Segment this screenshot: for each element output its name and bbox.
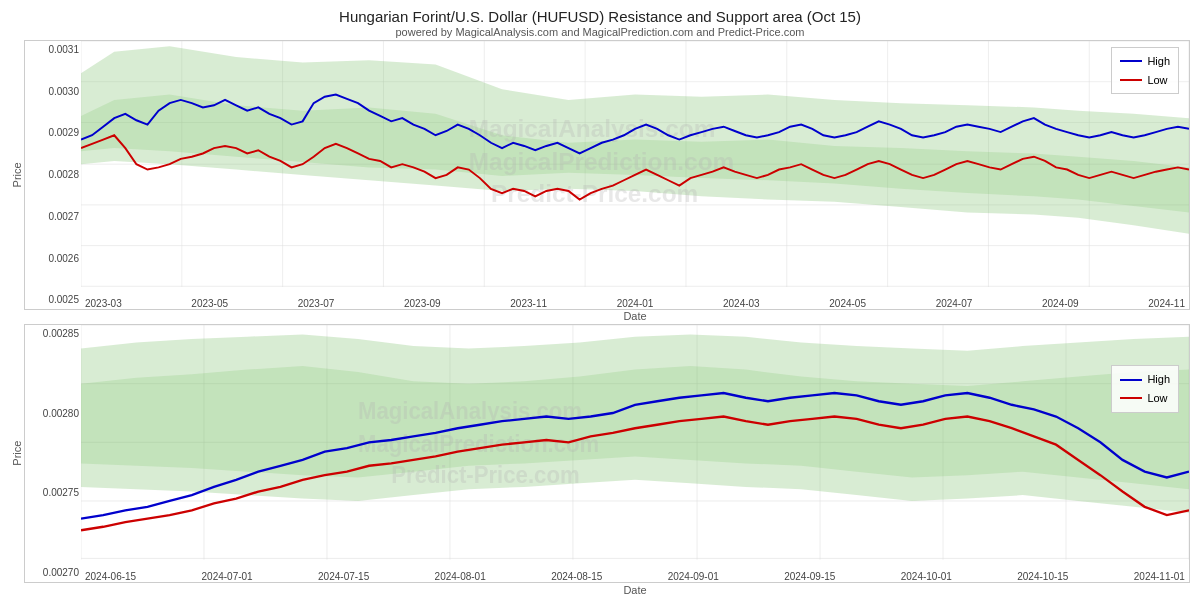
svg-text:MagicalAnalysis.com: MagicalAnalysis.com: [358, 398, 582, 425]
bottom-x-tick-8: 2024-10-01: [901, 571, 952, 582]
top-chart-area: 0.0031 0.0030 0.0029 0.0028 0.0027 0.002…: [24, 40, 1190, 310]
bottom-chart-wrapper: Price 0.00285 0.00280 0.00275 0.00270: [10, 324, 1190, 583]
bottom-chart-inner: MagicalAnalysis.com MagicalPrediction.co…: [81, 325, 1189, 560]
bottom-chart-area: 0.00285 0.00280 0.00275 0.00270: [24, 324, 1190, 583]
bottom-x-axis-label: Date: [80, 584, 1190, 596]
top-y-tick-2: 0.0030: [27, 87, 79, 97]
bottom-x-tick-4: 2024-08-01: [435, 571, 486, 582]
bottom-x-tick-9: 2024-10-15: [1017, 571, 1068, 582]
svg-text:MagicalPrediction.com: MagicalPrediction.com: [358, 430, 599, 457]
bottom-x-tick-1: 2024-06-15: [85, 571, 136, 582]
top-x-tick-6: 2024-01: [617, 298, 654, 309]
top-y-tick-6: 0.0026: [27, 254, 79, 264]
bottom-y-ticks: 0.00285 0.00280 0.00275 0.00270: [25, 325, 81, 582]
bottom-x-tick-6: 2024-09-01: [668, 571, 719, 582]
top-x-tick-10: 2024-09: [1042, 298, 1079, 309]
bottom-y-tick-4: 0.00270: [27, 568, 79, 578]
bottom-legend-high-label: High: [1147, 370, 1170, 389]
bottom-x-tick-2: 2024-07-01: [202, 571, 253, 582]
bottom-y-tick-1: 0.00285: [27, 329, 79, 339]
top-y-tick-4: 0.0028: [27, 170, 79, 180]
top-x-tick-4: 2023-09: [404, 298, 441, 309]
top-y-tick-5: 0.0027: [27, 212, 79, 222]
top-x-tick-1: 2023-03: [85, 298, 122, 309]
bottom-x-axis: 2024-06-15 2024-07-01 2024-07-15 2024-08…: [81, 560, 1189, 582]
subtitle: powered by MagicalAnalysis.com and Magic…: [10, 26, 1190, 38]
bottom-chart-svg: MagicalAnalysis.com MagicalPrediction.co…: [81, 325, 1189, 560]
top-x-tick-3: 2023-07: [298, 298, 335, 309]
top-legend: High Low: [1111, 47, 1179, 94]
top-y-tick-3: 0.0029: [27, 128, 79, 138]
bottom-x-tick-7: 2024-09-15: [784, 571, 835, 582]
top-chart-wrapper: Price 0.0031 0.0030 0.0029 0.0028 0.0027…: [10, 40, 1190, 310]
bottom-legend: High Low: [1111, 365, 1179, 412]
top-y-tick-1: 0.0031: [27, 45, 79, 55]
bottom-legend-low: Low: [1120, 389, 1170, 408]
bottom-y-axis-label: Price: [10, 324, 24, 583]
top-legend-low: Low: [1120, 71, 1170, 90]
top-y-tick-7: 0.0025: [27, 295, 79, 305]
top-x-axis-label: Date: [80, 310, 1190, 322]
top-x-tick-2: 2023-05: [191, 298, 228, 309]
top-y-ticks: 0.0031 0.0030 0.0029 0.0028 0.0027 0.002…: [25, 41, 81, 309]
top-x-axis: 2023-03 2023-05 2023-07 2023-09 2023-11 …: [81, 287, 1189, 309]
charts-container: Price 0.0031 0.0030 0.0029 0.0028 0.0027…: [10, 40, 1190, 596]
top-x-tick-7: 2024-03: [723, 298, 760, 309]
bottom-y-tick-3: 0.00275: [27, 488, 79, 498]
top-x-tick-9: 2024-07: [936, 298, 973, 309]
top-x-tick-8: 2024-05: [829, 298, 866, 309]
top-x-tick-11: 2024-11: [1148, 298, 1185, 309]
main-title: Hungarian Forint/U.S. Dollar (HUFUSD) Re…: [10, 8, 1190, 25]
top-legend-low-label: Low: [1147, 71, 1167, 90]
top-chart-svg: MagicalAnalysis.com MagicalPrediction.co…: [81, 41, 1189, 287]
bottom-x-tick-5: 2024-08-15: [551, 571, 602, 582]
top-x-tick-5: 2023-11: [510, 298, 547, 309]
low-line-icon: [1120, 79, 1142, 81]
bottom-high-line-icon: [1120, 379, 1142, 381]
top-legend-high-label: High: [1147, 52, 1170, 71]
bottom-x-tick-3: 2024-07-15: [318, 571, 369, 582]
bottom-low-line-icon: [1120, 397, 1142, 399]
high-line-icon: [1120, 60, 1142, 62]
top-y-axis-label: Price: [10, 40, 24, 310]
bottom-y-tick-2: 0.00280: [27, 409, 79, 419]
bottom-x-tick-10: 2024-11-01: [1134, 571, 1185, 582]
header: Hungarian Forint/U.S. Dollar (HUFUSD) Re…: [10, 8, 1190, 38]
bottom-legend-low-label: Low: [1147, 389, 1167, 408]
svg-text:MagicalPrediction.com: MagicalPrediction.com: [469, 148, 734, 175]
top-chart-inner: MagicalAnalysis.com MagicalPrediction.co…: [81, 41, 1189, 287]
svg-text:Predict-Price.com: Predict-Price.com: [491, 180, 698, 207]
top-legend-high: High: [1120, 52, 1170, 71]
svg-text:Predict-Price.com: Predict-Price.com: [391, 462, 579, 489]
page-container: Hungarian Forint/U.S. Dollar (HUFUSD) Re…: [0, 0, 1200, 600]
bottom-legend-high: High: [1120, 370, 1170, 389]
